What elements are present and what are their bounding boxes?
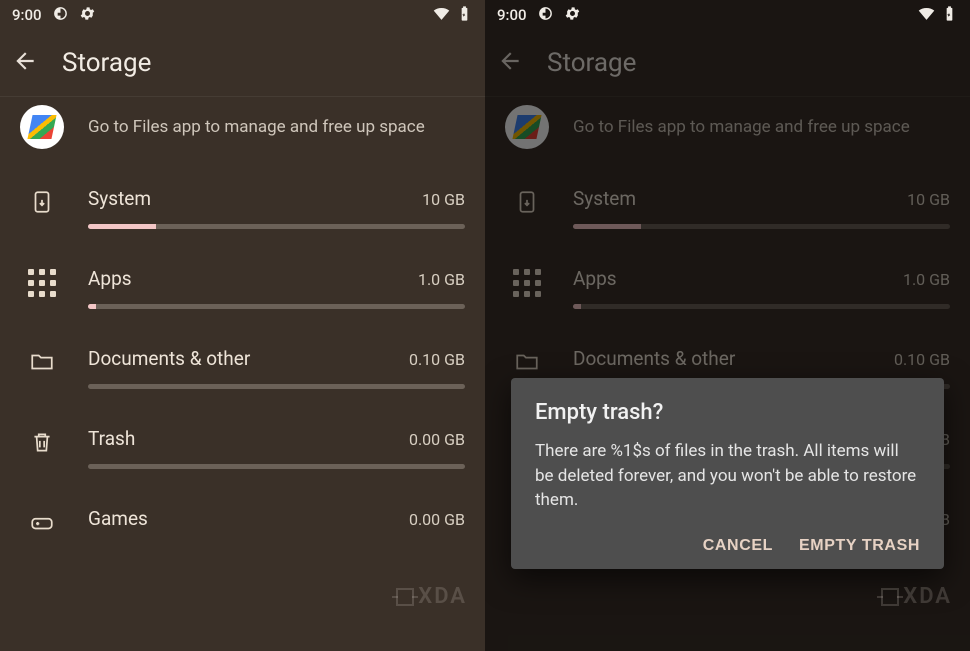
data-saver-icon [537,5,554,26]
files-app-hint[interactable]: Go to Files app to manage and free up sp… [485,96,970,167]
category-label: Games [88,507,148,530]
dialog-title: Empty trash? [535,400,920,425]
category-size: 0.00 GB [409,430,465,449]
folder-icon [514,349,540,379]
category-size: 1.0 GB [903,270,950,289]
phone-left: 9:00 Storage Go to Files app to manage a… [0,0,485,651]
category-label: Apps [573,267,617,290]
usage-fill [88,224,156,229]
category-label: Documents & other [573,347,735,370]
status-time: 9:00 [12,6,42,24]
page-title: Storage [62,48,151,78]
category-size: 0.10 GB [894,350,950,369]
category-size: 0.00 GB [409,510,465,529]
watermark: XDA [396,584,467,609]
empty-trash-dialog: Empty trash? There are %1$s of files in … [511,378,944,569]
folder-icon [29,349,55,379]
back-button[interactable] [497,48,523,78]
category-system[interactable]: System 10 GB [485,167,970,247]
system-icon [29,189,55,219]
dialog-body: There are %1$s of files in the trash. Al… [535,439,920,513]
category-label: System [573,187,636,210]
category-label: Apps [88,267,132,290]
category-size: 0.10 GB [409,350,465,369]
settings-gear-icon [564,5,581,26]
status-bar: 9:00 [0,0,485,30]
usage-bar [88,304,465,309]
battery-icon [456,5,473,26]
usage-bar [88,224,465,229]
usage-bar [573,224,950,229]
apps-icon [513,269,541,297]
category-apps[interactable]: Apps 1.0 GB [485,247,970,327]
phone-right: 9:00 Storage Go to Files app to manage a… [485,0,970,651]
category-documents[interactable]: Documents & other 0.10 GB [0,327,485,407]
settings-gear-icon [79,5,96,26]
system-icon [514,189,540,219]
wifi-icon [433,5,450,26]
files-app-icon [20,105,64,149]
files-hint-text: Go to Files app to manage and free up sp… [88,116,425,139]
page-title: Storage [547,48,636,78]
files-hint-text: Go to Files app to manage and free up sp… [573,116,910,139]
battery-icon [941,5,958,26]
app-bar: Storage [485,30,970,96]
empty-trash-button[interactable]: EMPTY TRASH [799,537,920,555]
usage-bar [88,384,465,389]
category-size: 10 GB [422,190,465,209]
category-label: Documents & other [88,347,250,370]
status-bar: 9:00 [485,0,970,30]
category-size: 10 GB [907,190,950,209]
back-button[interactable] [12,48,38,78]
watermark: XDA [881,584,952,609]
usage-bar [88,464,465,469]
trash-icon [29,429,55,459]
wifi-icon [918,5,935,26]
category-size: 1.0 GB [418,270,465,289]
usage-fill [573,224,641,229]
category-trash[interactable]: Trash 0.00 GB [0,407,485,487]
status-time: 9:00 [497,6,527,24]
data-saver-icon [52,5,69,26]
usage-bar [573,304,950,309]
category-games[interactable]: Games 0.00 GB [0,487,485,557]
category-apps[interactable]: Apps 1.0 GB [0,247,485,327]
apps-icon [28,269,56,297]
cancel-button[interactable]: CANCEL [703,537,773,555]
category-system[interactable]: System 10 GB [0,167,485,247]
usage-fill [88,304,96,309]
app-bar: Storage [0,30,485,96]
category-label: System [88,187,151,210]
files-app-hint[interactable]: Go to Files app to manage and free up sp… [0,96,485,167]
usage-fill [573,304,581,309]
category-label: Trash [88,427,135,450]
files-app-icon [505,105,549,149]
gamepad-icon [29,509,55,539]
